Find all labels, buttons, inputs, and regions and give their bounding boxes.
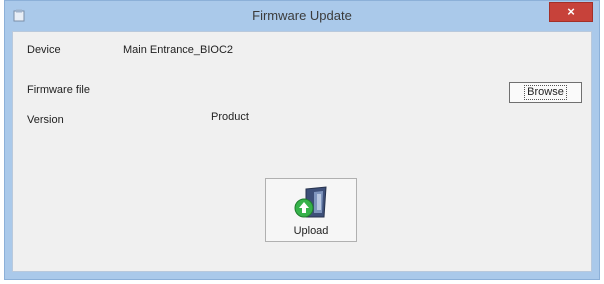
dialog-body: Device Main Entrance_BIOC2 Firmware file…	[12, 31, 592, 272]
device-value: Main Entrance_BIOC2	[123, 44, 234, 56]
close-icon: ×	[567, 4, 575, 19]
upload-button[interactable]: Upload	[265, 178, 357, 242]
firmware-file-label: Firmware file	[27, 84, 90, 96]
version-label: Version	[27, 114, 64, 126]
window-title: Firmware Update	[252, 8, 352, 23]
upload-icon	[294, 186, 327, 218]
upload-button-label: Upload	[293, 225, 329, 237]
browse-button[interactable]: Browse	[509, 82, 582, 103]
firmware-update-window: Firmware Update × Device Main Entrance_B…	[4, 0, 600, 280]
title-bar: Firmware Update ×	[5, 1, 599, 31]
close-button[interactable]: ×	[549, 2, 593, 22]
device-label: Device	[27, 44, 61, 56]
browse-button-label: Browse	[524, 85, 567, 100]
product-label: Product	[211, 111, 249, 123]
